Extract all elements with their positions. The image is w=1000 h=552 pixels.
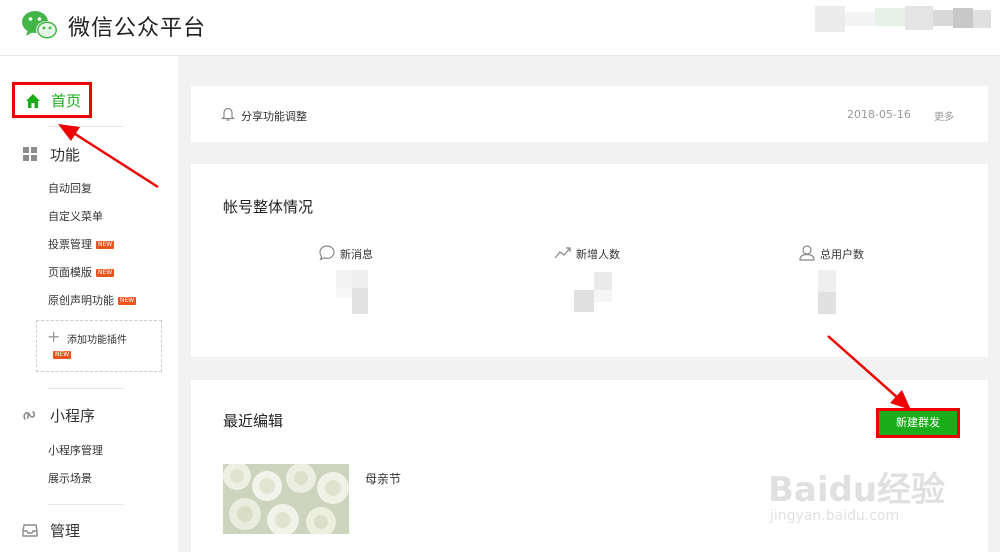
stat-label: 总用户数: [820, 248, 864, 261]
sidebar-divider: [48, 388, 124, 389]
new-badge: NEW: [96, 269, 115, 277]
sidebar-divider: [48, 126, 124, 127]
home-icon: [26, 94, 40, 108]
stat-value-mosaic: [818, 270, 836, 314]
baidu-jingyan-watermark: Baidu经验 jingyan.baidu.com: [768, 462, 968, 542]
overview-title: 帐号整体情况: [223, 198, 314, 216]
trend-up-icon: [554, 247, 571, 259]
watermark-url: jingyan.baidu.com: [770, 508, 900, 524]
top-bar: 微信公众平台: [0, 0, 1000, 56]
new-badge: NEW: [53, 351, 72, 359]
stat-value-mosaic: [336, 270, 368, 314]
sidebar-divider: [48, 504, 124, 505]
sidebar-item-label: 首页: [51, 92, 82, 110]
add-plugin-label: 添加功能插件: [67, 335, 127, 346]
add-plugin-button[interactable]: + 添加功能插件 NEW: [36, 320, 162, 372]
sidebar: 首页 功能 自动回复 自定义菜单 投票管理 NEW 页面模版 NEW 原创声明功能 N…: [0, 56, 178, 552]
sidebar-section-label: 小程序: [50, 407, 96, 425]
notice-date: 2018-05-16: [847, 108, 911, 121]
chat-bubble-icon: [319, 245, 335, 261]
watermark-logo-text: Baidu经验: [768, 470, 946, 510]
new-mass-message-button[interactable]: 新建群发: [876, 408, 960, 438]
sidebar-item-original-declaration[interactable]: 原创声明功能 NEW: [48, 292, 137, 308]
miniprogram-icon: [23, 411, 36, 420]
stat-label: 新增人数: [576, 248, 620, 261]
sidebar-item-custom-menu[interactable]: 自定义菜单: [48, 208, 103, 224]
recent-edits-title: 最近编辑: [223, 412, 284, 430]
sidebar-item-display-scenes[interactable]: 展示场景: [48, 470, 92, 486]
new-badge: NEW: [96, 241, 115, 249]
plus-icon: +: [47, 327, 61, 346]
user-icon: [799, 245, 815, 261]
stat-total-users: 总用户数: [798, 244, 938, 324]
notice-more-link[interactable]: 更多: [934, 108, 954, 123]
notice-link[interactable]: 分享功能调整: [241, 108, 307, 124]
sidebar-item-auto-reply[interactable]: 自动回复: [48, 180, 92, 196]
account-overview-panel: 帐号整体情况 新消息 新增人数 总用户数: [191, 164, 988, 357]
grid-icon: [23, 147, 37, 161]
bell-icon: [221, 107, 235, 121]
sidebar-item-vote[interactable]: 投票管理 NEW: [48, 236, 115, 252]
new-badge: NEW: [118, 297, 137, 305]
stat-new-messages: 新消息: [318, 244, 458, 324]
sidebar-section-label: 功能: [50, 146, 81, 164]
inbox-icon: [22, 524, 38, 537]
notice-panel: 分享功能调整 2018-05-16 更多: [191, 86, 988, 142]
sidebar-item-home[interactable]: 首页: [12, 82, 92, 118]
article-title-link[interactable]: 母亲节: [365, 470, 401, 487]
stat-label: 新消息: [340, 248, 373, 261]
sidebar-item-miniprogram-manage[interactable]: 小程序管理: [48, 442, 103, 458]
stat-new-followers: 新增人数: [554, 244, 694, 324]
sidebar-section-label: 管理: [50, 522, 81, 540]
article-thumbnail[interactable]: [223, 464, 349, 534]
wechat-logo-icon[interactable]: [20, 8, 60, 42]
stat-value-mosaic: [574, 272, 612, 312]
account-info-mosaic[interactable]: [815, 6, 995, 32]
platform-title: 微信公众平台: [68, 16, 207, 41]
sidebar-item-page-template[interactable]: 页面模版 NEW: [48, 264, 115, 280]
